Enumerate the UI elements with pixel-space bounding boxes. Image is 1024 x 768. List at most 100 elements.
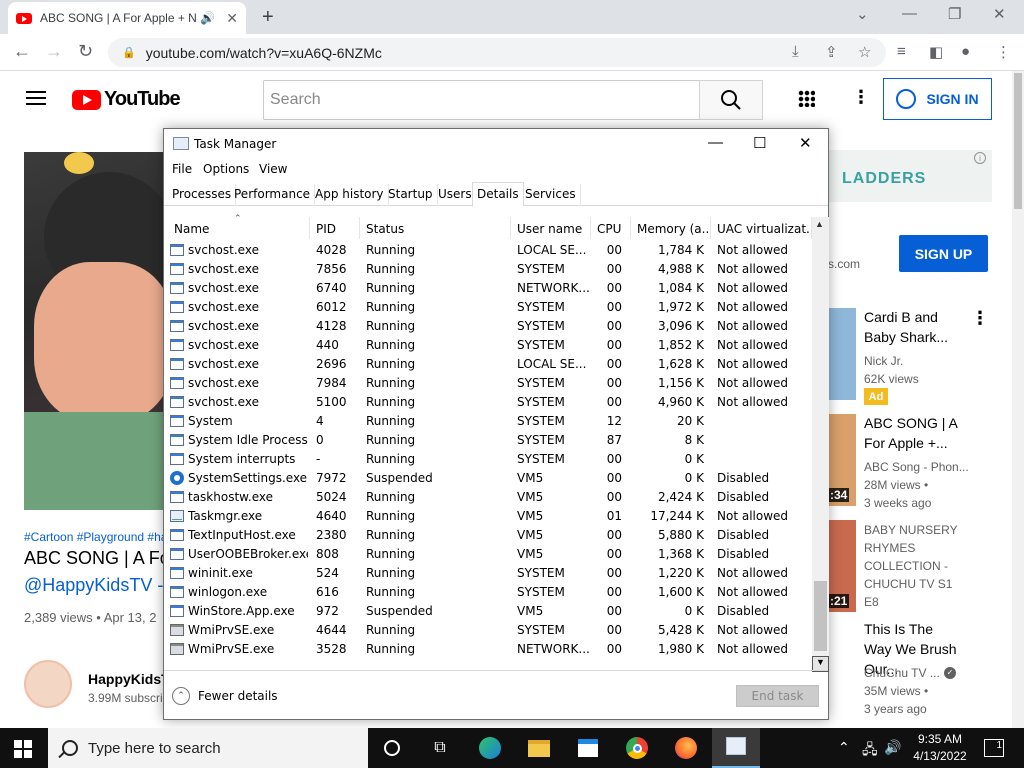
scrollbar-thumb[interactable] [814,581,827,651]
process-row[interactable]: TextInputHost.exe 2380 Running VM5 00 5,880 K… [164,526,812,545]
show-hidden-icons[interactable]: ⌃ [838,739,850,756]
video-player[interactable] [24,152,164,510]
process-row[interactable]: System interrupts - Running SYSTEM 00 0 K [164,450,812,469]
process-row[interactable]: SystemSettings.exe 7972 Suspended VM5 00 0 K D… [164,469,812,488]
process-row[interactable]: svchost.exe 6012 Running SYSTEM 00 1,972 K Not… [164,298,812,317]
column-header-status[interactable]: Status [360,217,511,239]
tab-users[interactable]: Users [434,184,477,206]
tm-minimize-button[interactable]: — [708,134,723,151]
process-row[interactable]: Taskmgr.exe 4640 Running VM5 01 17,244 K Not a… [164,507,812,526]
edge-icon[interactable] [478,736,502,760]
sign-in-button[interactable]: SIGN IN [883,78,992,120]
scroll-up-icon[interactable]: ▲ [815,219,824,229]
channel-name[interactable]: HappyKidsT [88,671,164,687]
close-tab-icon[interactable]: ✕ [226,10,238,27]
network-icon[interactable]: 🖧 [862,739,878,763]
chrome-icon[interactable] [625,736,649,760]
process-row[interactable]: svchost.exe 5100 Running SYSTEM 00 4,960 K Not… [164,393,812,412]
channel-avatar[interactable] [24,660,72,708]
process-row[interactable]: WmiPrvSE.exe 4644 Running SYSTEM 00 5,428 K No… [164,621,812,640]
cortana-icon[interactable] [380,736,404,760]
browser-tab[interactable]: ABC SONG | A For Apple + N 🔊 ✕ [8,2,246,34]
menu-file[interactable]: File [172,162,192,176]
tab-app-history[interactable]: App history [311,184,389,206]
audio-playing-icon[interactable]: 🔊 [200,11,215,25]
side-panel-icon[interactable]: ◧ [929,43,943,61]
process-row[interactable]: svchost.exe 440 Running SYSTEM 00 1,852 K Not … [164,336,812,355]
settings-more-icon[interactable]: ⋮ [852,87,870,108]
taskbar-task-manager[interactable] [712,728,760,768]
firefox-icon[interactable] [674,736,698,760]
windows-start-icon[interactable] [14,740,32,758]
new-tab-button[interactable]: + [262,6,274,29]
process-row[interactable]: WinStore.App.exe 972 Suspended VM5 00 0 K Disa… [164,602,812,621]
process-row[interactable]: svchost.exe 4128 Running SYSTEM 00 3,096 K Not… [164,317,812,336]
media-controls-icon[interactable]: ≡ [897,43,906,60]
process-row[interactable]: winlogon.exe 616 Running SYSTEM 00 1,600 K Not… [164,583,812,602]
bookmark-star-icon[interactable]: ☆ [858,43,871,61]
column-header-cpu[interactable]: CPU [591,217,631,239]
restore-window-button[interactable]: ❐ [948,5,961,23]
tm-maximize-button[interactable]: ☐ [753,134,766,152]
recommendation-thumbnail[interactable] [828,308,856,400]
youtube-logo[interactable]: YouTube [72,88,181,111]
recommendation-title[interactable]: Cardi B and Baby Shark... [864,307,964,347]
task-view-icon[interactable]: ⧉ [428,736,452,760]
task-manager-titlebar[interactable]: Task Manager — ☐ ✕ [164,129,828,159]
process-table-scrollbar[interactable]: ▲ ▼ [812,217,829,672]
process-row[interactable]: UserOOBEBroker.exe 808 Running VM5 00 1,368 K… [164,545,812,564]
close-window-button[interactable]: ✕ [993,5,1006,23]
process-row[interactable]: svchost.exe 7856 Running SYSTEM 00 4,988 K Not… [164,260,812,279]
recommendation-title[interactable]: ABC SONG | A For Apple +... [864,413,964,453]
tab-processes[interactable]: Processes [168,184,237,206]
lock-icon[interactable]: 🔒 [122,46,136,59]
page-scrollbar-thumb[interactable] [1014,73,1022,209]
tab-performance[interactable]: Performance [230,184,316,206]
process-row[interactable]: wininit.exe 524 Running SYSTEM 00 1,220 K Not … [164,564,812,583]
search-button[interactable] [699,80,763,120]
guide-menu-icon[interactable] [26,91,46,105]
taskbar-search-box[interactable]: Type here to search [48,728,368,768]
apps-grid-icon[interactable] [798,90,815,107]
search-input[interactable]: Search [263,80,700,120]
microsoft-store-icon[interactable] [576,736,600,760]
address-bar[interactable]: 🔒 youtube.com/watch?v=xuA6Q-6NZMc [108,38,886,67]
volume-icon[interactable]: 🔊 [884,739,901,756]
minimize-window-button[interactable]: — [902,5,917,22]
column-header-pid[interactable]: PID [310,217,360,239]
ad-banner[interactable]: LADDERS [828,150,992,202]
process-row[interactable]: svchost.exe 7984 Running SYSTEM 00 1,156 K Not… [164,374,812,393]
video-channel-link[interactable]: @HappyKidsTV - [24,575,164,596]
chrome-menu-icon[interactable]: ⋮ [996,43,1011,61]
tab-details[interactable]: Details [472,182,524,207]
menu-options[interactable]: Options [203,162,249,176]
process-row[interactable]: System 4 Running SYSTEM 12 20 K [164,412,812,431]
menu-view[interactable]: View [259,162,287,176]
process-row[interactable]: svchost.exe 2696 Running LOCAL SE... 00 1,628… [164,355,812,374]
action-center-icon[interactable]: 1 [984,739,1004,757]
recommendation-more-icon[interactable]: ⋮ [971,308,989,329]
column-header-memory[interactable]: Memory (a... [631,217,711,239]
recommendation-title[interactable]: BABY NURSERY RHYMES COLLECTION - CHUCHU … [864,521,969,611]
column-header-name[interactable]: Name [168,217,310,239]
back-button[interactable]: ← [13,41,31,62]
process-row[interactable]: taskhostw.exe 5024 Running VM5 00 2,424 K Disa… [164,488,812,507]
tab-startup[interactable]: Startup [384,184,438,206]
tab-services[interactable]: Services [521,184,581,206]
end-task-button[interactable]: End task [736,685,819,707]
fewer-details-button[interactable]: ⌃ Fewer details [172,687,278,705]
forward-button[interactable]: → [45,41,63,62]
process-row[interactable]: svchost.exe 4028 Running LOCAL SE... 00 1,784… [164,241,812,260]
sign-up-button[interactable]: SIGN UP [899,235,988,272]
page-scrollbar[interactable] [1012,71,1024,728]
ad-info-icon[interactable]: i [974,152,986,164]
install-app-icon[interactable]: ⤓ [792,43,799,60]
tab-search-icon[interactable]: ⌄ [856,5,869,23]
process-row[interactable]: svchost.exe 6740 Running NETWORK... 00 1,084 … [164,279,812,298]
reload-button[interactable]: ↻ [78,41,93,62]
file-explorer-icon[interactable] [527,736,551,760]
column-header-user[interactable]: User name [511,217,591,239]
taskbar-clock[interactable]: 9:35 AM 4/13/2022 [904,731,976,765]
column-header-uac[interactable]: UAC virtualizat... [711,217,812,239]
video-hashtags[interactable]: #Cartoon #Playground #ha [24,530,164,544]
